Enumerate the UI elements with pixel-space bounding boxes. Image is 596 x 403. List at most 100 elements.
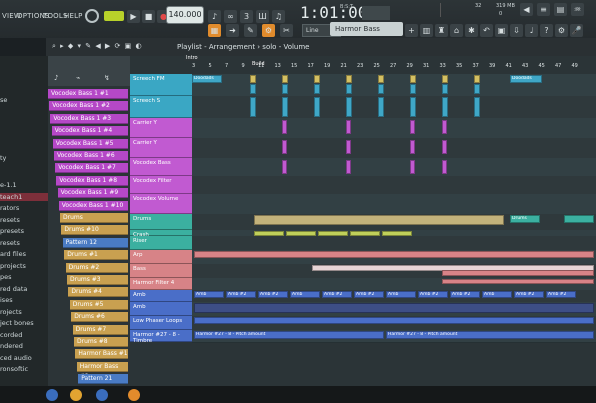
playlist-clip[interactable] [250, 75, 256, 83]
pattern-item[interactable]: Drums #10 [61, 225, 128, 236]
pattern-item[interactable]: Drums #4 [68, 287, 128, 298]
playlist-clip[interactable] [286, 231, 316, 236]
pattern-item[interactable]: Vocodex Bass 1 #1 [48, 89, 128, 99]
arrow-icon[interactable]: ➜ [226, 24, 239, 37]
channel-rack-icon[interactable]: ▥ [420, 24, 433, 37]
track-header[interactable]: Amb [130, 302, 192, 316]
browser-item[interactable]: rojects [0, 308, 22, 316]
browser-item[interactable]: ises [0, 296, 13, 304]
browser-item[interactable]: projects [0, 262, 26, 270]
track-lane[interactable] [192, 118, 596, 139]
track-header[interactable]: Carrier Y [130, 118, 192, 138]
browser-item[interactable]: ced audio [0, 354, 32, 362]
browser-item[interactable]: resets [0, 216, 20, 224]
playlist-clip[interactable] [442, 75, 448, 83]
playlist-clip[interactable] [442, 140, 447, 154]
track-header[interactable]: Amb [130, 290, 192, 302]
browser-item[interactable]: presets [0, 227, 24, 235]
browser-item[interactable]: red data [0, 285, 27, 293]
playlist-clip[interactable] [350, 231, 380, 236]
pattern-item[interactable]: Drums #7 [72, 324, 128, 335]
playlist-clip[interactable]: Amb #2 [450, 291, 480, 298]
playlist-clip[interactable]: Amb #2 [226, 291, 256, 298]
timeline-ruler[interactable]: Intro Build 3 5 7 9 11 13 15 17 19 21 23 25 27 29 31 33… [184, 55, 596, 71]
render-icon[interactable]: ⇩ [510, 24, 523, 37]
playlist-clip[interactable]: Harmor #27 - 8 - Pitch amount [386, 331, 594, 339]
explorer-icon[interactable] [70, 389, 82, 401]
step-edit-icon[interactable]: Ш [256, 10, 269, 23]
mixer-view-icon[interactable]: ♜ [435, 24, 448, 37]
save-icon[interactable]: ▣ [495, 24, 508, 37]
playlist-clip[interactable] [250, 84, 256, 94]
blend-icon[interactable]: ♫ [272, 10, 285, 23]
track-header[interactable]: Arp [130, 250, 192, 264]
playlist-clip[interactable]: Amb #2 [546, 291, 576, 298]
mixer-icon[interactable]: ≡ [537, 3, 550, 16]
mic-icon[interactable]: 🎤 [570, 24, 583, 37]
playlist-clip[interactable] [346, 120, 351, 134]
playlist-clip[interactable] [282, 120, 287, 134]
playlist-clip[interactable] [314, 75, 320, 83]
track-lane[interactable] [192, 138, 596, 159]
track-header[interactable]: Screech S [130, 96, 192, 118]
browser-item[interactable]: corded [0, 331, 22, 339]
playlist-clip[interactable] [442, 120, 447, 134]
pattern-item[interactable]: Pattern 21 [78, 374, 128, 385]
playlist-clip[interactable] [410, 84, 416, 94]
track-lane[interactable] [192, 158, 596, 177]
track-header[interactable]: Harmor Filter 4 [130, 278, 192, 290]
playlist-clip[interactable] [346, 140, 351, 154]
browser-item[interactable]: pes [0, 273, 12, 281]
track-header[interactable]: Riser [130, 236, 192, 250]
browser-item[interactable]: ty [0, 154, 6, 162]
track-header[interactable]: Bass [130, 264, 192, 278]
playlist-clip[interactable] [318, 231, 348, 236]
playlist-clip[interactable]: Amb [194, 291, 224, 298]
stop-icon[interactable]: ■ [142, 10, 155, 23]
pattern-item[interactable]: Vocodex Bass 1 #10 [58, 200, 128, 211]
playlist-clip[interactable] [474, 97, 480, 117]
playlist-clip[interactable] [194, 303, 594, 313]
playlist-clip[interactable] [346, 160, 351, 174]
track-lane[interactable] [192, 236, 596, 251]
browser-item[interactable]: e-1.1 [0, 181, 17, 189]
track-lane[interactable] [192, 194, 596, 215]
pattern-item[interactable]: Harmor Bass #1 [75, 349, 128, 360]
playlist-clip[interactable] [442, 279, 594, 284]
browser-item[interactable]: se [0, 96, 7, 104]
playlist-clip[interactable] [410, 120, 415, 134]
plugin-icon[interactable]: ✱ [465, 24, 478, 37]
playlist-icon[interactable]: ▤ [554, 3, 567, 16]
playlist-clip[interactable] [346, 84, 352, 94]
tool-icon[interactable]: ⚙ [262, 24, 275, 37]
master-volume-knob[interactable] [85, 9, 99, 23]
play-icon[interactable]: ▶ [127, 10, 140, 23]
playlist-clip[interactable] [314, 84, 320, 94]
playlist-clip[interactable] [410, 97, 416, 117]
playlist-clip[interactable] [314, 97, 320, 117]
pattern-item[interactable]: Vocodex Bass 1 #4 [51, 126, 128, 137]
pattern-item[interactable]: Drums [60, 213, 128, 223]
playlist-clip[interactable] [254, 231, 284, 236]
playlist-clip[interactable] [410, 140, 415, 154]
playlist-clip[interactable] [378, 75, 384, 83]
speaker-icon[interactable]: ◀ [520, 3, 533, 16]
track-header[interactable]: Vocodex Filter [130, 176, 192, 194]
track-header[interactable]: Vocodex Bass [130, 158, 192, 176]
pattern-item[interactable]: Drums #3 [67, 275, 128, 285]
playlist-clip[interactable] [254, 215, 504, 225]
fl-studio-icon[interactable] [128, 389, 140, 401]
pattern-song-switch[interactable] [104, 11, 124, 21]
playlist-clip[interactable] [194, 251, 594, 258]
playlist-clip[interactable] [194, 317, 594, 324]
pattern-item[interactable]: Vocodex Bass 1 #6 [54, 151, 128, 161]
playlist-clip[interactable]: Amb [482, 291, 512, 298]
playlist-clip[interactable] [378, 97, 384, 117]
store-icon[interactable] [96, 389, 108, 401]
playlist-clip[interactable]: Amb [290, 291, 320, 298]
playlist-clip[interactable] [282, 140, 287, 154]
playlist-clip[interactable] [378, 84, 384, 94]
pattern-item[interactable]: Vocodex Bass 1 #5 [52, 138, 128, 149]
pattern-item[interactable]: Vocodex Bass 1 #2 [49, 101, 128, 112]
wait-icon[interactable]: ∞ [224, 10, 237, 23]
